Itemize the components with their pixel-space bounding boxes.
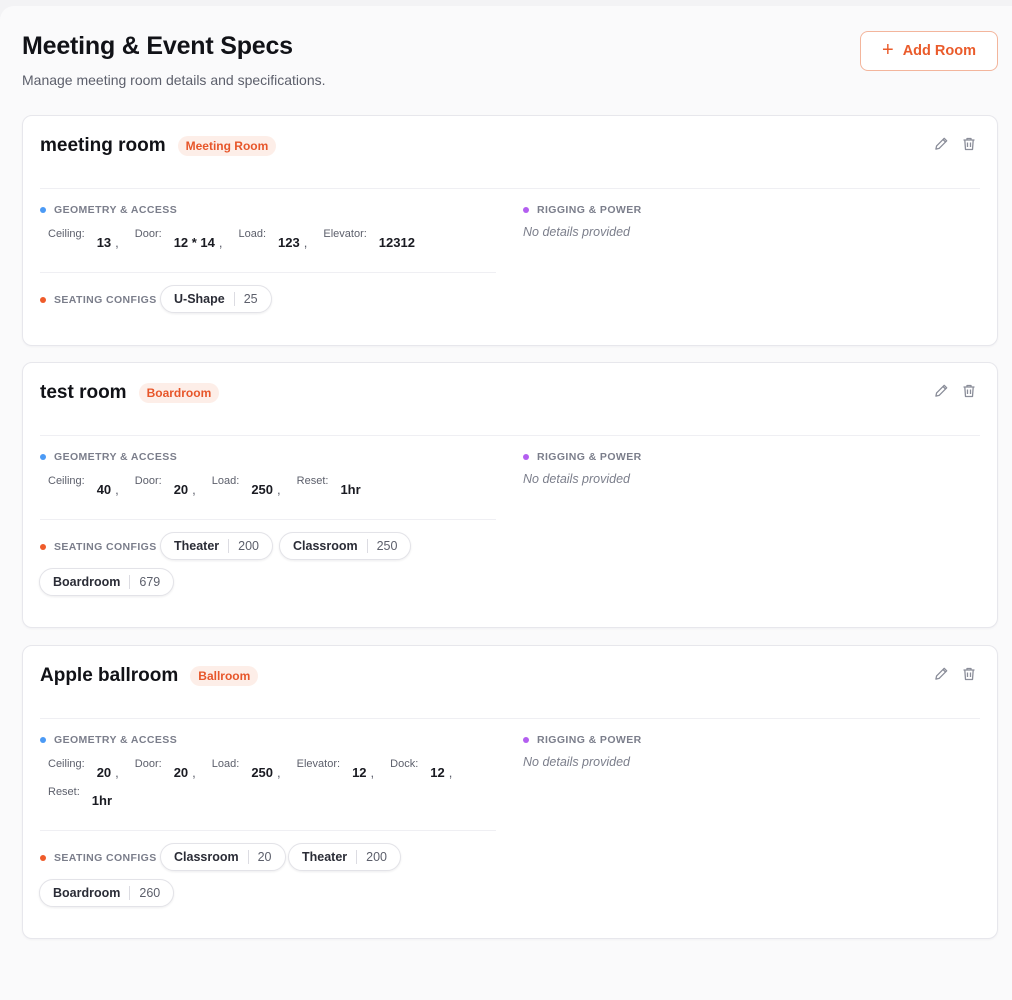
- purple-dot-icon: [523, 737, 529, 743]
- geometry-specs: Ceiling: 20, Door: 20, Load: 250, Elevator:…: [48, 758, 453, 784]
- seating-configs-label: SEATING CONFIGS: [40, 294, 157, 306]
- spec-reset: Reset: 1hr: [296, 475, 361, 497]
- spec-door: Door: 20,: [134, 758, 196, 780]
- room-card: Apple ballroom Ballroom GEOMETRY & ACCES…: [22, 645, 998, 939]
- divider: [40, 519, 496, 520]
- geometry-access-label: GEOMETRY & ACCESS: [40, 734, 177, 746]
- room-type-badge: Ballroom: [190, 666, 259, 686]
- room-name: Apple ballroom: [40, 665, 179, 686]
- seating-configs-label: SEATING CONFIGS: [40, 852, 157, 864]
- seating-configs-label: SEATING CONFIGS: [40, 541, 157, 553]
- geometry-specs: Ceiling: 13, Door: 12 * 14, Load: 123, Elev…: [48, 228, 415, 254]
- spec-elevator: Elevator: 12312: [323, 228, 415, 250]
- spec-reset: Reset: 1hr: [48, 786, 113, 808]
- spec-door: Door: 12 * 14,: [134, 228, 223, 250]
- geometry-specs: Reset: 1hr: [48, 786, 113, 812]
- seating-config-pill[interactable]: Theater 200: [288, 843, 402, 871]
- page-header: Meeting & Event Specs Manage meeting roo…: [22, 31, 998, 92]
- spec-ceiling: Ceiling: 20,: [48, 758, 119, 780]
- room-card-actions: [933, 666, 977, 682]
- trash-icon[interactable]: [961, 666, 977, 682]
- seating-config-pill[interactable]: U-Shape 25: [160, 285, 272, 313]
- rigging-power-label: RIGGING & POWER: [523, 451, 642, 463]
- room-card-actions: [933, 383, 977, 399]
- seating-config-pill[interactable]: Classroom 250: [279, 532, 412, 560]
- divider: [40, 188, 980, 189]
- room-card: test room Boardroom GEOMETRY & ACCESS Ce…: [22, 362, 998, 628]
- page: Meeting & Event Specs Manage meeting roo…: [0, 6, 1012, 1000]
- room-name: test room: [40, 382, 127, 403]
- room-type-badge: Meeting Room: [177, 136, 277, 156]
- geometry-access-label: GEOMETRY & ACCESS: [40, 204, 177, 216]
- divider: [40, 830, 496, 831]
- divider: [40, 435, 980, 436]
- rigging-no-details: No details provided: [523, 225, 631, 239]
- divider: [40, 272, 496, 273]
- spec-door: Door: 20,: [134, 475, 196, 497]
- spec-load: Load: 250,: [211, 475, 281, 497]
- seating-config-pill[interactable]: Theater 200: [160, 532, 274, 560]
- orange-dot-icon: [40, 855, 46, 861]
- room-card-header: test room Boardroom: [40, 381, 220, 405]
- geometry-specs: Ceiling: 40, Door: 20, Load: 250, Reset: 1hr: [48, 475, 361, 501]
- blue-dot-icon: [40, 737, 46, 743]
- spec-ceiling: Ceiling: 40,: [48, 475, 119, 497]
- edit-pencil-icon[interactable]: [933, 383, 949, 399]
- seating-config-pill[interactable]: Boardroom 260: [39, 879, 175, 907]
- edit-pencil-icon[interactable]: [933, 136, 949, 152]
- divider: [40, 718, 980, 719]
- rigging-no-details: No details provided: [523, 755, 631, 769]
- add-room-button[interactable]: + Add Room: [860, 31, 998, 71]
- add-room-label: Add Room: [902, 43, 976, 59]
- spec-elevator: Elevator: 12,: [296, 758, 375, 780]
- room-name: meeting room: [40, 135, 166, 156]
- room-type-badge: Boardroom: [138, 383, 220, 403]
- room-card-header: meeting room Meeting Room: [40, 134, 277, 158]
- plus-icon: +: [882, 39, 894, 61]
- rigging-power-label: RIGGING & POWER: [523, 734, 642, 746]
- geometry-access-label: GEOMETRY & ACCESS: [40, 451, 177, 463]
- trash-icon[interactable]: [961, 136, 977, 152]
- page-subtitle: Manage meeting room details and specific…: [22, 72, 326, 88]
- room-card-header: Apple ballroom Ballroom: [40, 664, 259, 688]
- blue-dot-icon: [40, 207, 46, 213]
- orange-dot-icon: [40, 544, 46, 550]
- purple-dot-icon: [523, 454, 529, 460]
- room-card: meeting room Meeting Room GEOMETRY & ACC…: [22, 115, 998, 346]
- blue-dot-icon: [40, 454, 46, 460]
- spec-load: Load: 123,: [238, 228, 308, 250]
- orange-dot-icon: [40, 297, 46, 303]
- seating-config-pill[interactable]: Boardroom 679: [39, 568, 175, 596]
- trash-icon[interactable]: [961, 383, 977, 399]
- spec-ceiling: Ceiling: 13,: [48, 228, 119, 250]
- page-title: Meeting & Event Specs: [22, 32, 293, 60]
- edit-pencil-icon[interactable]: [933, 666, 949, 682]
- purple-dot-icon: [523, 207, 529, 213]
- room-card-actions: [933, 136, 977, 152]
- seating-config-pill[interactable]: Classroom 20: [160, 843, 286, 871]
- rigging-power-label: RIGGING & POWER: [523, 204, 642, 216]
- spec-dock: Dock: 12,: [390, 758, 453, 780]
- rigging-no-details: No details provided: [523, 472, 631, 486]
- spec-load: Load: 250,: [211, 758, 281, 780]
